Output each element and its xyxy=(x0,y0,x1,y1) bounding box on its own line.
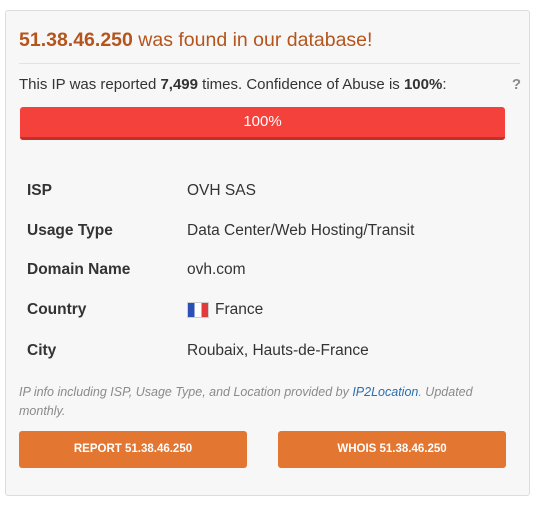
summary-suffix: : xyxy=(442,76,447,93)
city-label: City xyxy=(27,342,57,359)
country-value-wrap: France xyxy=(187,301,263,319)
help-icon[interactable]: ? xyxy=(512,76,521,93)
france-flag-icon xyxy=(187,302,209,318)
isp-value: OVH SAS xyxy=(187,182,256,199)
heading-ip: 51.38.46.250 xyxy=(19,29,133,51)
report-button[interactable]: REPORT 51.38.46.250 xyxy=(19,431,247,468)
whois-button[interactable]: WHOIS 51.38.46.250 xyxy=(278,431,506,468)
data-source-note: IP info including ISP, Usage Type, and L… xyxy=(19,383,499,421)
city-value: Roubaix, Hauts-de-France xyxy=(187,342,369,359)
report-summary: This IP was reported 7,499 times. Confid… xyxy=(19,76,447,93)
usage-type-label: Usage Type xyxy=(27,222,113,239)
confidence-value: 100% xyxy=(403,76,443,93)
domain-name-value: ovh.com xyxy=(187,261,246,278)
summary-middle: times. Confidence of Abuse is xyxy=(198,76,404,93)
summary-prefix: This IP was reported xyxy=(19,76,161,93)
progress-fill: 100% xyxy=(20,107,505,140)
confidence-progress-bar: 100% xyxy=(20,107,505,140)
usage-type-value: Data Center/Web Hosting/Transit xyxy=(187,222,415,239)
heading-text: was found in our database! xyxy=(132,29,373,51)
result-heading: 51.38.46.250 was found in our database! xyxy=(19,29,372,52)
domain-name-label: Domain Name xyxy=(27,261,131,278)
report-count: 7,499 xyxy=(160,76,198,93)
country-label: Country xyxy=(27,301,87,318)
country-value: France xyxy=(215,301,264,318)
isp-label: ISP xyxy=(27,182,52,199)
divider xyxy=(19,63,520,64)
note-before: IP info including ISP, Usage Type, and L… xyxy=(19,385,353,399)
ip2location-link[interactable]: IP2Location xyxy=(352,385,418,399)
